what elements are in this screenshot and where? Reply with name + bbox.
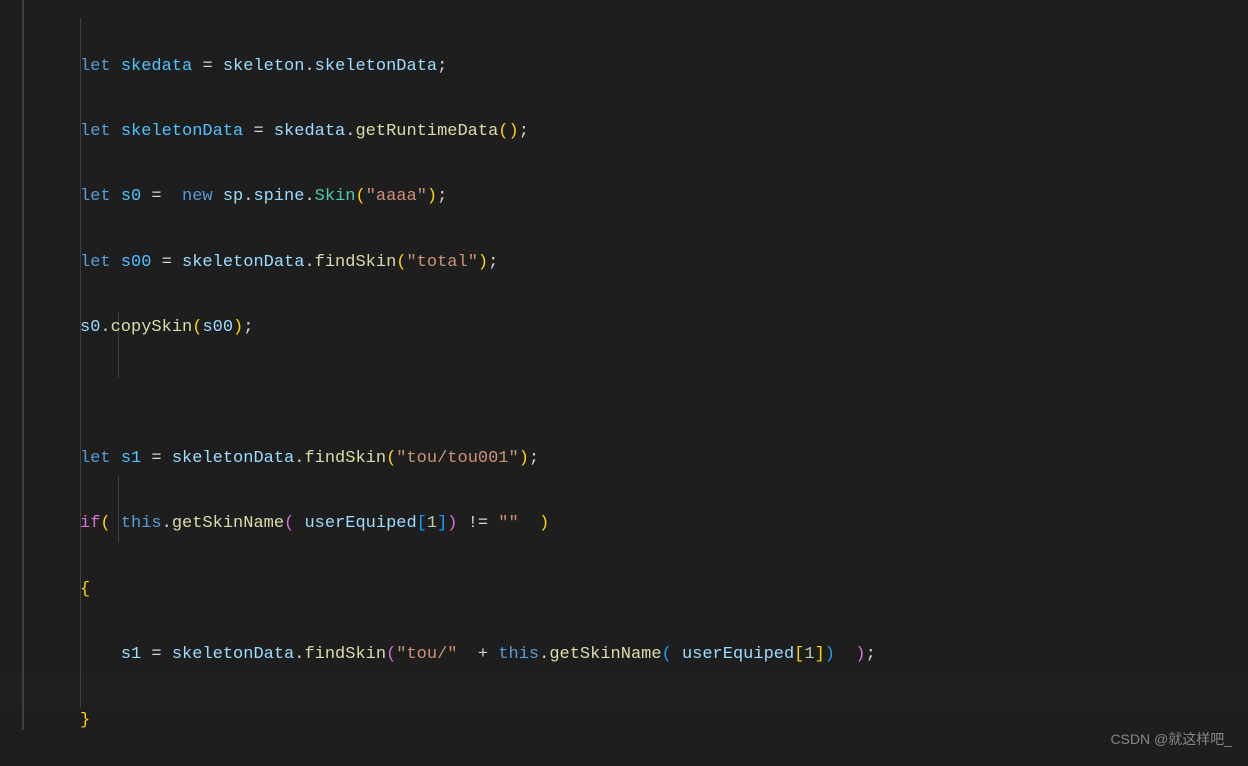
code-line[interactable]	[80, 378, 906, 411]
code-line[interactable]: let s0 = new sp.spine.Skin("aaaa");	[80, 181, 906, 214]
code-line[interactable]: let skeletonData = skedata.getRuntimeDat…	[80, 116, 906, 149]
watermark-text: CSDN @就这样吧_	[1110, 723, 1232, 756]
code-line[interactable]: let skedata = skeleton.skeletonData;	[80, 51, 906, 84]
code-line[interactable]: if( this.getSkinName( userEquiped[1]) !=…	[80, 508, 906, 541]
code-line[interactable]: s1 = skeletonData.findSkin("tou/" + this…	[80, 639, 906, 672]
code-line[interactable]: s0.copySkin(s00);	[80, 312, 906, 345]
code-line[interactable]: {	[80, 574, 906, 607]
code-content[interactable]: let skedata = skeleton.skeletonData; let…	[80, 18, 906, 766]
code-line[interactable]: }	[80, 705, 906, 738]
code-line[interactable]: let s1 = skeletonData.findSkin("tou/tou0…	[80, 443, 906, 476]
gutter-border	[22, 0, 24, 730]
code-line[interactable]: let s00 = skeletonData.findSkin("total")…	[80, 247, 906, 280]
code-editor[interactable]: let skedata = skeleton.skeletonData; let…	[0, 0, 1248, 766]
